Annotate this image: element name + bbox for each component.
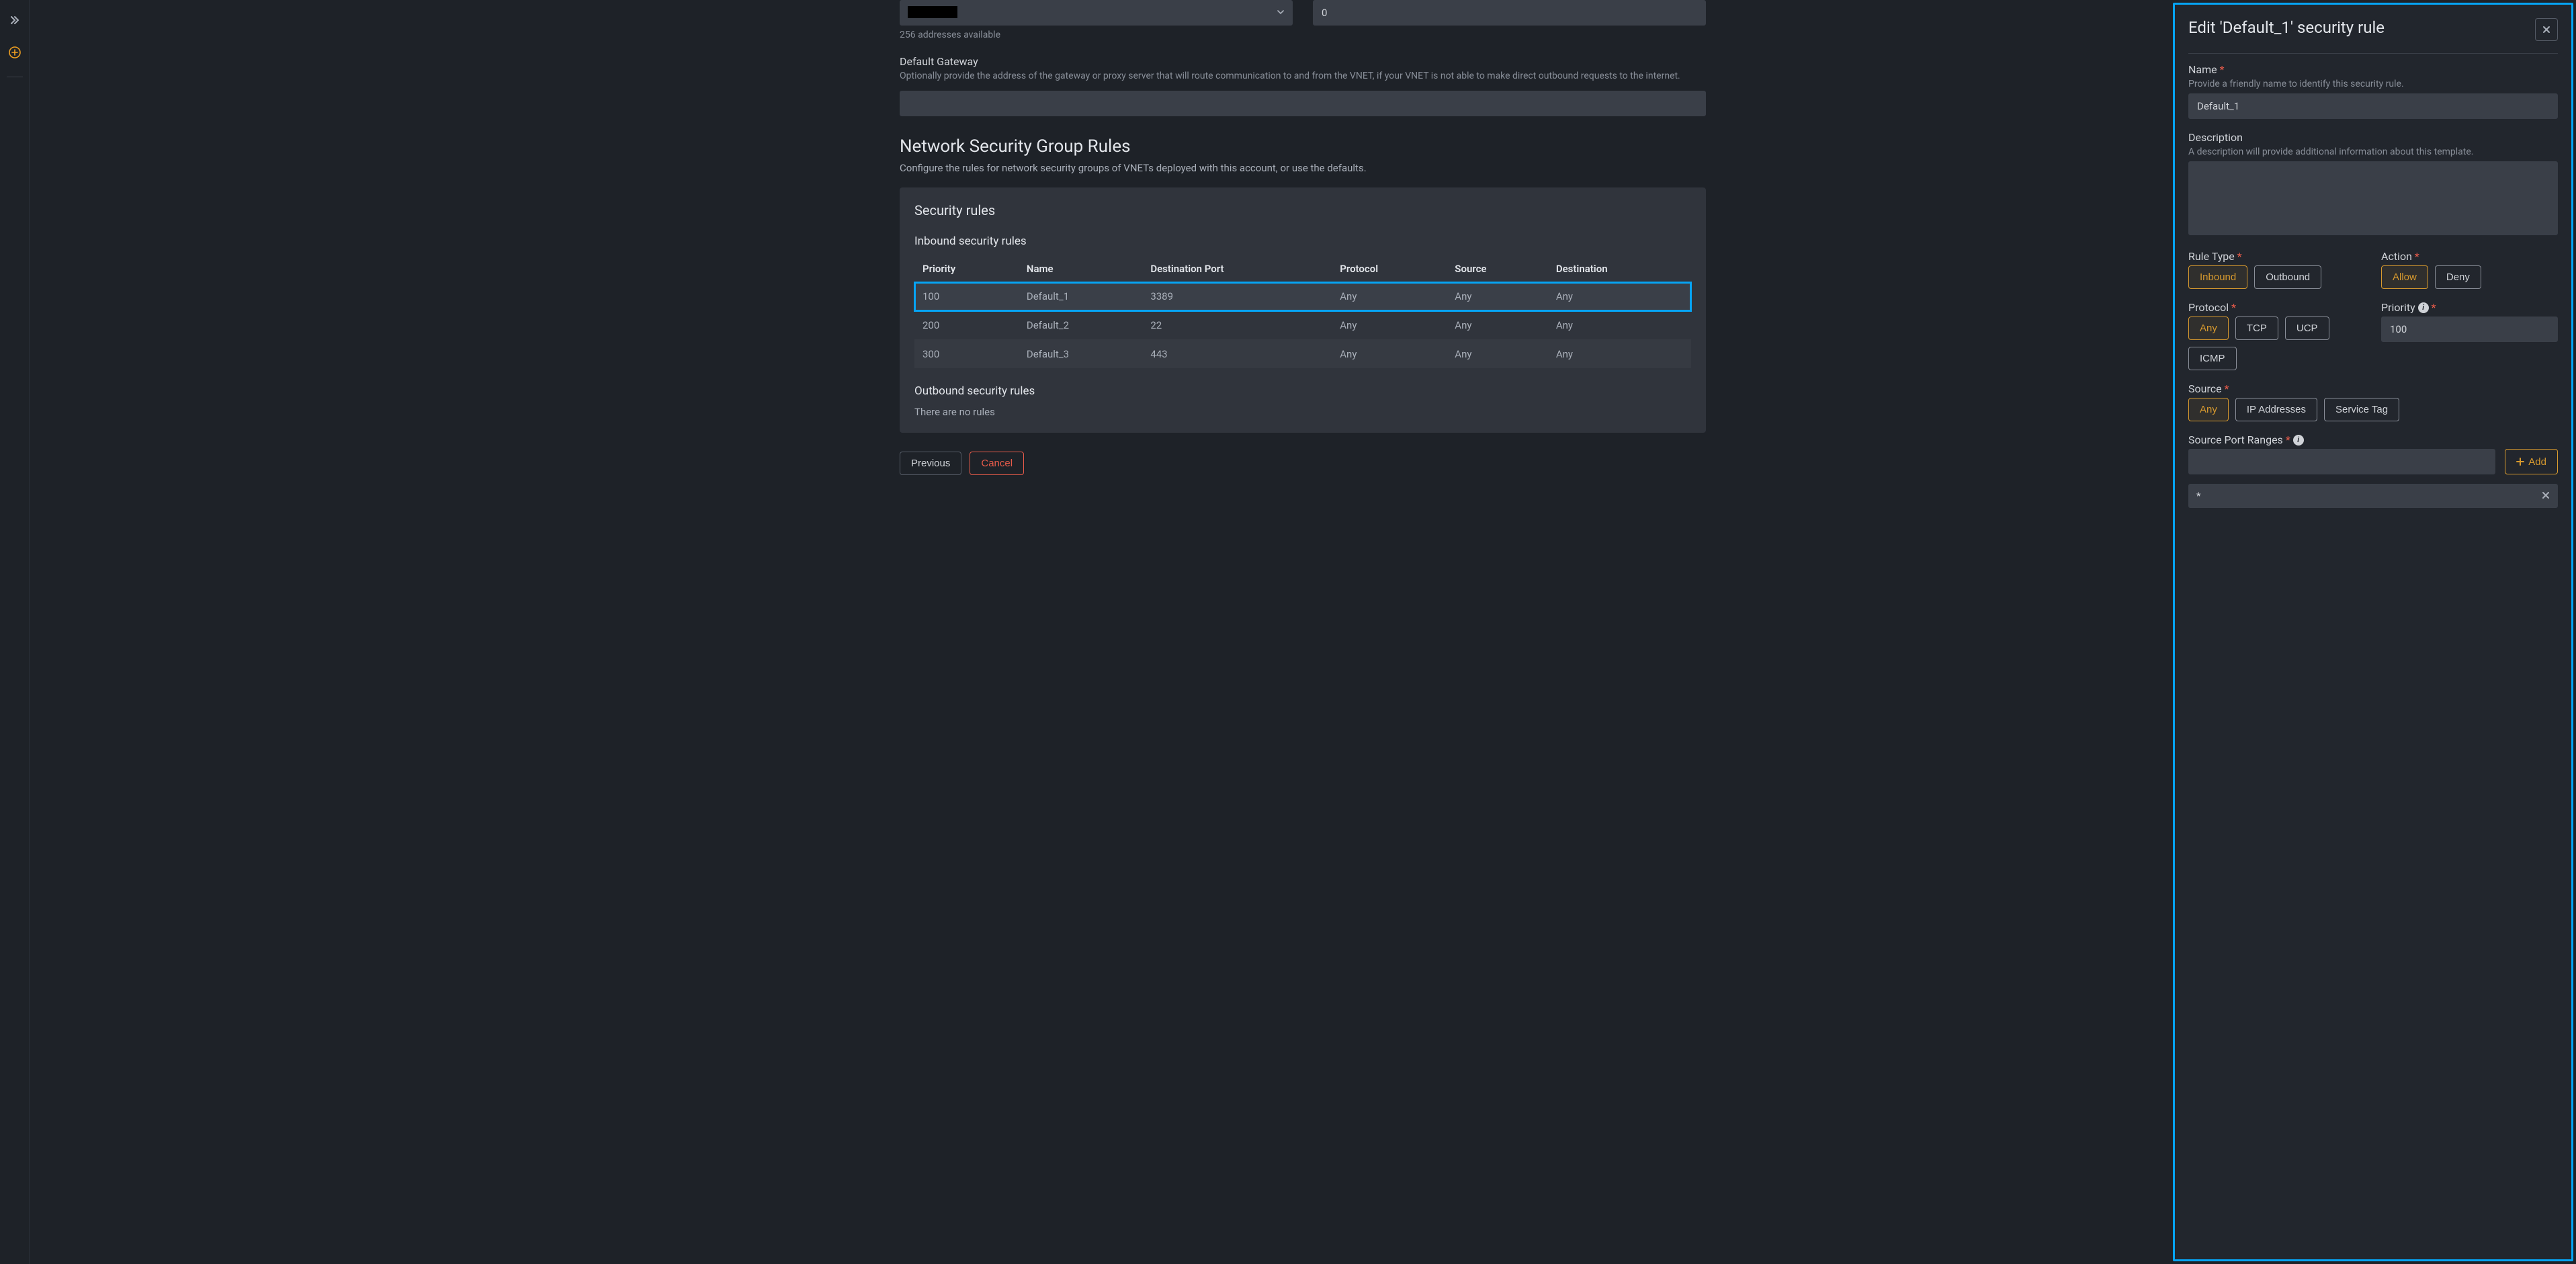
source-option-any[interactable]: Any xyxy=(2188,398,2229,421)
name-label: Name * xyxy=(2188,63,2558,76)
panel-title: Security rules xyxy=(914,202,1691,218)
close-icon xyxy=(2542,491,2550,499)
sourceport-value: * xyxy=(2196,490,2200,502)
table-row[interactable]: 300Default_3443AnyAnyAny xyxy=(914,340,1691,369)
table-cell: 22 xyxy=(1142,311,1332,340)
security-rules-panel: Security rules Inbound security rules Pr… xyxy=(900,187,1706,433)
outbound-title: Outbound security rules xyxy=(914,384,1691,398)
gateway-label: Default Gateway xyxy=(900,55,1706,68)
table-cell: Any xyxy=(1332,340,1447,369)
sidebar-add-button[interactable] xyxy=(5,43,24,62)
ruletype-option-outbound[interactable]: Outbound xyxy=(2254,265,2321,289)
table-cell: Any xyxy=(1548,340,1691,369)
chevrons-right-icon xyxy=(9,15,20,26)
source-option-service-tag[interactable]: Service Tag xyxy=(2324,398,2399,421)
table-cell: Any xyxy=(1447,340,1548,369)
drawer-title: Edit 'Default_1' security rule xyxy=(2188,18,2385,37)
action-toggle-group: Allow Deny xyxy=(2381,265,2558,289)
protocol-label: Protocol * xyxy=(2188,301,2365,314)
table-cell: 443 xyxy=(1142,340,1332,369)
column-header: Name xyxy=(1019,256,1142,282)
table-cell: 300 xyxy=(914,340,1019,369)
table-cell: Any xyxy=(1548,311,1691,340)
protocol-toggle-group: Any TCP UCP ICMP xyxy=(2188,317,2365,370)
source-toggle-group: Any IP Addresses Service Tag xyxy=(2188,398,2558,421)
gateway-input[interactable] xyxy=(900,91,1706,116)
table-cell: Any xyxy=(1548,282,1691,311)
nsg-heading: Network Security Group Rules xyxy=(900,136,1706,157)
address-space-redacted-value: ███████ xyxy=(908,6,957,18)
outbound-empty: There are no rules xyxy=(914,406,1691,418)
edit-rule-drawer: Edit 'Default_1' security rule Name * Pr… xyxy=(2173,3,2573,1261)
table-cell: Default_1 xyxy=(1019,282,1142,311)
rule-name-input[interactable] xyxy=(2188,93,2558,119)
column-header: Destination xyxy=(1548,256,1691,282)
sourceports-add-button[interactable]: Add xyxy=(2505,449,2558,474)
protocol-option-icmp[interactable]: ICMP xyxy=(2188,347,2237,370)
table-cell: 200 xyxy=(914,311,1019,340)
description-label: Description xyxy=(2188,131,2558,144)
priority-input[interactable] xyxy=(2381,317,2558,342)
action-label: Action * xyxy=(2381,250,2558,263)
name-desc: Provide a friendly name to identify this… xyxy=(2188,79,2558,89)
source-option-ip-addresses[interactable]: IP Addresses xyxy=(2235,398,2317,421)
nsg-subheading: Configure the rules for network security… xyxy=(900,162,1706,174)
max-number-input[interactable] xyxy=(1313,0,1706,26)
close-icon xyxy=(2542,25,2551,34)
ruletype-toggle-group: Inbound Outbound xyxy=(2188,265,2365,289)
column-header: Protocol xyxy=(1332,256,1447,282)
address-space-select[interactable]: ███████ xyxy=(900,0,1293,26)
table-cell: Default_3 xyxy=(1019,340,1142,369)
info-icon: i xyxy=(2293,435,2304,446)
source-label: Source * xyxy=(2188,382,2558,395)
table-cell: 100 xyxy=(914,282,1019,311)
table-cell: 3389 xyxy=(1142,282,1332,311)
table-cell: Any xyxy=(1332,282,1447,311)
address-space-helper: 256 addresses available xyxy=(900,30,1293,40)
table-row[interactable]: 100Default_13389AnyAnyAny xyxy=(914,282,1691,311)
wizard-footer: Previous Cancel xyxy=(900,452,1706,475)
column-header: Priority xyxy=(914,256,1019,282)
column-header: Source xyxy=(1447,256,1548,282)
table-cell: Default_2 xyxy=(1019,311,1142,340)
drawer-close-button[interactable] xyxy=(2535,18,2558,41)
protocol-option-any[interactable]: Any xyxy=(2188,317,2229,340)
address-space-input[interactable] xyxy=(900,0,1293,26)
sourceport-remove-button[interactable] xyxy=(2542,490,2550,502)
rule-description-input[interactable] xyxy=(2188,161,2558,235)
previous-button[interactable]: Previous xyxy=(900,452,961,475)
action-option-allow[interactable]: Allow xyxy=(2381,265,2428,289)
table-cell: Any xyxy=(1447,311,1548,340)
sidebar-expand-button[interactable] xyxy=(5,11,24,30)
table-cell: Any xyxy=(1447,282,1548,311)
priority-label: Priority i * xyxy=(2381,301,2558,314)
plus-circle-icon xyxy=(9,46,21,58)
protocol-option-ucp[interactable]: UCP xyxy=(2285,317,2329,340)
sourceports-input[interactable] xyxy=(2188,449,2495,474)
cancel-button[interactable]: Cancel xyxy=(970,452,1024,475)
action-option-deny[interactable]: Deny xyxy=(2435,265,2481,289)
column-header: Destination Port xyxy=(1142,256,1332,282)
sourceports-label: Source Port Ranges * i xyxy=(2188,433,2558,446)
inbound-title: Inbound security rules xyxy=(914,235,1691,248)
table-row[interactable]: 200Default_222AnyAnyAny xyxy=(914,311,1691,340)
plus-icon xyxy=(2516,458,2524,466)
gateway-desc: Optionally provide the address of the ga… xyxy=(900,71,1706,81)
ruletype-label: Rule Type * xyxy=(2188,250,2365,263)
sourceport-chip: * xyxy=(2188,484,2558,508)
protocol-option-tcp[interactable]: TCP xyxy=(2235,317,2278,340)
ruletype-option-inbound[interactable]: Inbound xyxy=(2188,265,2247,289)
description-desc: A description will provide additional in… xyxy=(2188,146,2558,157)
info-icon: i xyxy=(2418,302,2429,313)
table-cell: Any xyxy=(1332,311,1447,340)
sidebar xyxy=(0,0,30,1264)
inbound-rules-table: PriorityNameDestination PortProtocolSour… xyxy=(914,256,1691,368)
